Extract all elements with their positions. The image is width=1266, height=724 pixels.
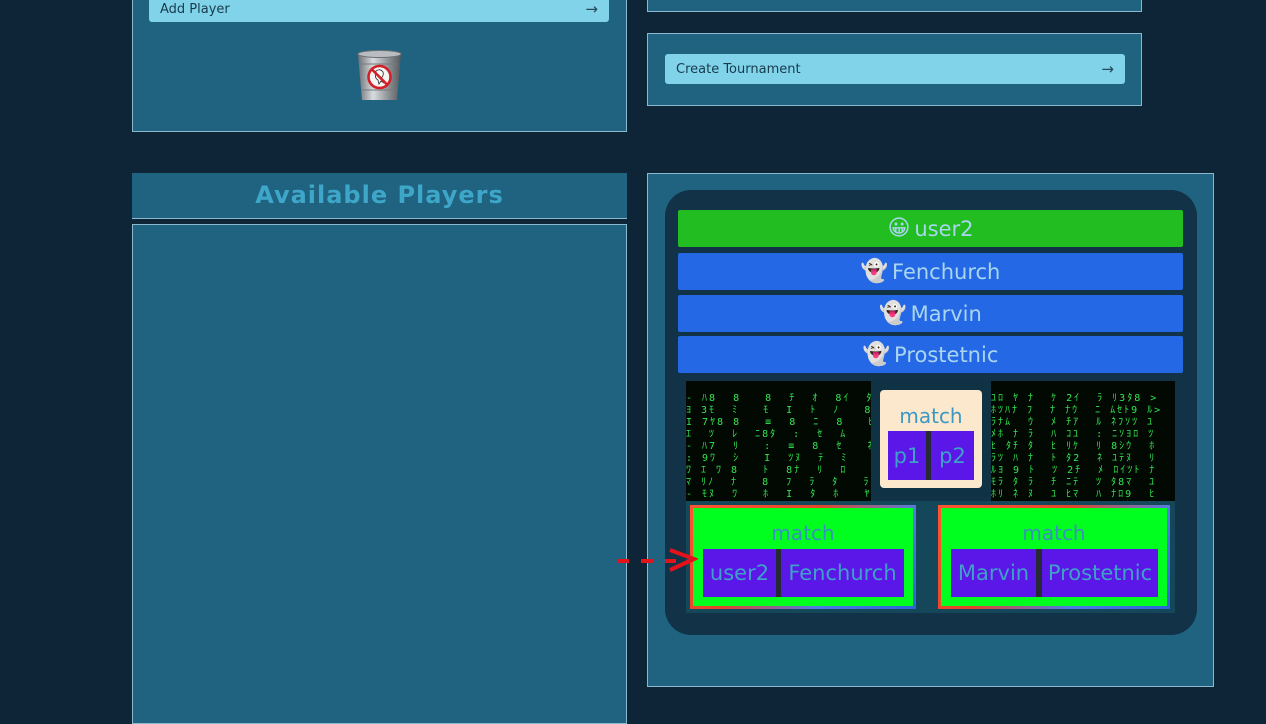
final-slot-p1[interactable]: p1 xyxy=(888,431,926,480)
arrow-right-icon: → xyxy=(1101,60,1114,78)
matrix-rain-left: - ﾊ8 8 8 ﾁ ｵ 8ｲ ﾀ ﾝ ﾖ 3ﾓ ﾐ ﾓ I ﾄ ﾉ 8 ﾐ I… xyxy=(686,381,871,501)
player-name: Marvin xyxy=(910,301,982,326)
player-bar-fenchurch[interactable]: 👻 Fenchurch xyxy=(678,253,1183,290)
create-tournament-label: Create Tournament xyxy=(676,61,801,77)
available-players-heading: Available Players xyxy=(255,181,504,209)
current-match-arrow-icon xyxy=(614,546,700,576)
available-players-list[interactable] xyxy=(132,224,627,724)
semifinal-left-slot-p2[interactable]: Fenchurch xyxy=(781,549,904,597)
ghost-icon: 👻 xyxy=(860,259,889,284)
smiley-icon: 😀 xyxy=(887,216,911,241)
add-player-label: Add Player xyxy=(160,1,230,17)
semifinal-left-slot-p1[interactable]: user2 xyxy=(703,549,776,597)
add-player-button[interactable]: Add Player → xyxy=(149,0,609,22)
semifinal-right-slot-p1[interactable]: Marvin xyxy=(951,549,1036,597)
semifinal-right-slot-p2[interactable]: Prostetnic xyxy=(1042,549,1158,597)
arrow-right-icon: → xyxy=(585,0,598,18)
match-title: match xyxy=(771,521,835,545)
ghost-icon: 👻 xyxy=(862,342,891,367)
final-slot-p2[interactable]: p2 xyxy=(931,431,974,480)
match-title: match xyxy=(1022,521,1086,545)
player-bar-marvin[interactable]: 👻 Marvin xyxy=(678,295,1183,332)
player-name: user2 xyxy=(914,216,974,241)
player-name: Prostetnic xyxy=(894,342,999,367)
tournament-info-panel xyxy=(647,0,1142,12)
match-title: match xyxy=(899,404,963,428)
matrix-rain-right: ﾕﾛ ﾔ ﾅ ｹ 2ｲ ﾗ ﾘ3ﾀ8 > ﾎﾂﾊﾅ ﾌ ﾅ ﾅｳ ﾆ ﾑｾﾄ9 … xyxy=(991,381,1175,501)
ghost-icon: 👻 xyxy=(879,301,907,326)
player-name: Fenchurch xyxy=(892,259,1001,284)
trash-can-icon[interactable] xyxy=(355,50,404,102)
player-bar-prostetnic[interactable]: 👻 Prostetnic xyxy=(678,336,1183,373)
create-tournament-button[interactable]: Create Tournament → xyxy=(665,54,1125,84)
player-bar-user2[interactable]: 😀 user2 xyxy=(678,210,1183,247)
